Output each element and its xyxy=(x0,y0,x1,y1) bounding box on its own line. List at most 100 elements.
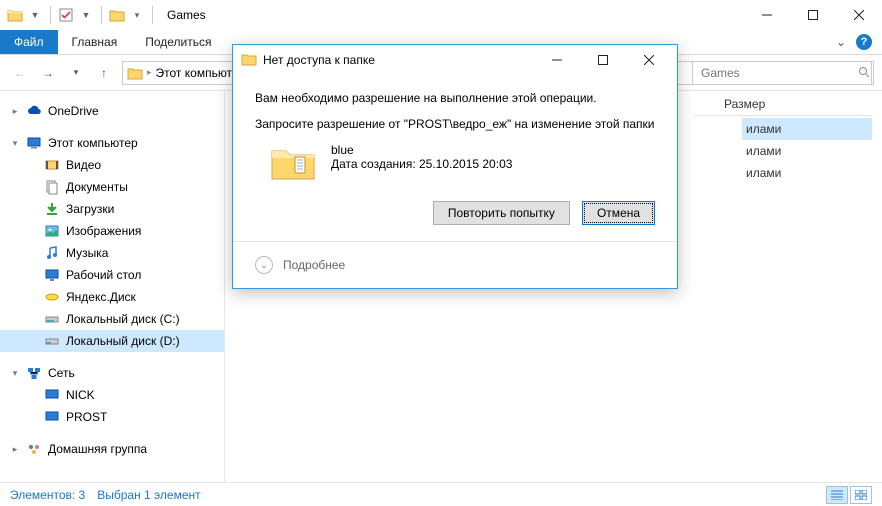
music-icon xyxy=(44,245,60,261)
tree-label: OneDrive xyxy=(48,104,99,118)
tree-item-yandex-disk[interactable]: Яндекс.Диск xyxy=(0,286,224,308)
collapse-icon[interactable]: ▾ xyxy=(10,368,20,379)
tree-item-network[interactable]: ▾ Сеть xyxy=(0,362,224,384)
downloads-icon xyxy=(44,201,60,217)
file-list-fragment: илами илами илами xyxy=(742,118,872,184)
back-button[interactable]: ← xyxy=(8,61,32,85)
dialog-message: Вам необходимо разрешение на выполнение … xyxy=(255,91,655,105)
quick-access-toolbar: ▼ ▼ ▾ Games xyxy=(0,6,206,24)
status-bar: Элементов: 3 Выбран 1 элемент xyxy=(0,482,882,506)
tree-item-pictures[interactable]: Изображения xyxy=(0,220,224,242)
tree-item-video[interactable]: Видео xyxy=(0,154,224,176)
cloud-icon xyxy=(26,103,42,119)
expand-icon[interactable]: ▸ xyxy=(10,444,20,455)
search-icon[interactable] xyxy=(858,66,870,81)
view-details-button[interactable] xyxy=(826,486,848,504)
expand-icon[interactable]: ▸ xyxy=(10,106,20,117)
separator xyxy=(50,6,51,24)
dialog-more-label: Подробнее xyxy=(283,258,345,272)
minimize-button[interactable] xyxy=(744,0,790,30)
tree-item-desktop[interactable]: Рабочий стол xyxy=(0,264,224,286)
list-item[interactable]: илами xyxy=(742,118,872,140)
cancel-button[interactable]: Отмена xyxy=(582,201,655,225)
desktop-icon xyxy=(44,267,60,283)
chevron-right-icon[interactable]: ▸ xyxy=(147,67,152,78)
window-controls xyxy=(744,0,882,30)
tab-home[interactable]: Главная xyxy=(58,30,132,54)
list-item[interactable]: илами xyxy=(742,162,872,184)
qat-dropdown-icon[interactable]: ▼ xyxy=(26,6,44,24)
folder-icon xyxy=(6,6,24,24)
dialog-more-section[interactable]: ⌄ Подробнее xyxy=(233,242,677,288)
tree-item-nick[interactable]: NICK xyxy=(0,384,224,406)
documents-icon xyxy=(44,179,60,195)
tree-label: Локальный диск (D:) xyxy=(66,334,180,348)
tree-label: NICK xyxy=(66,388,95,402)
status-item-count: Элементов: 3 xyxy=(10,488,85,502)
tree-label: Яндекс.Диск xyxy=(66,290,136,304)
qat-dropdown-icon[interactable]: ▼ xyxy=(77,6,95,24)
tree-label: Видео xyxy=(66,158,101,172)
help-icon[interactable]: ? xyxy=(856,34,872,50)
navigation-pane: ▸ OneDrive ▾ Этот компьютер Видео Докуме… xyxy=(0,92,225,482)
recent-dropdown-icon[interactable]: ▾ xyxy=(64,61,88,85)
qat-customize-icon[interactable]: ▾ xyxy=(128,6,146,24)
pictures-icon xyxy=(44,223,60,239)
tree-label: Документы xyxy=(66,180,128,194)
tree-label: Сеть xyxy=(48,366,75,380)
tree-label: Этот компьютер xyxy=(48,136,138,150)
tree-item-disk-d[interactable]: Локальный диск (D:) xyxy=(0,330,224,352)
dialog-minimize-button[interactable] xyxy=(537,46,577,74)
tab-share[interactable]: Поделиться xyxy=(131,30,225,54)
dialog-maximize-button[interactable] xyxy=(583,46,623,74)
tree-item-downloads[interactable]: Загрузки xyxy=(0,198,224,220)
dialog-message-permission: Запросите разрешение от "PROST\ведро_еж"… xyxy=(255,117,655,131)
checkbox-icon[interactable] xyxy=(57,6,75,24)
maximize-button[interactable] xyxy=(790,0,836,30)
yandex-disk-icon xyxy=(44,289,60,305)
network-icon xyxy=(26,365,42,381)
folder-icon xyxy=(108,6,126,24)
tree-item-onedrive[interactable]: ▸ OneDrive xyxy=(0,100,224,122)
tab-file[interactable]: Файл xyxy=(0,30,58,54)
separator xyxy=(152,6,153,24)
pc-icon xyxy=(44,409,60,425)
dialog-folder-name: blue xyxy=(331,143,512,157)
tree-item-music[interactable]: Музыка xyxy=(0,242,224,264)
dialog-title: Нет доступа к папке xyxy=(263,53,375,67)
separator xyxy=(101,6,102,24)
dialog-titlebar: Нет доступа к папке xyxy=(233,45,677,75)
tree-item-documents[interactable]: Документы xyxy=(0,176,224,198)
tree-label: Изображения xyxy=(66,224,141,238)
list-item[interactable]: илами xyxy=(742,140,872,162)
dialog-folder-info: blue Дата создания: 25.10.2015 20:03 xyxy=(255,143,655,183)
tree-item-disk-c[interactable]: Локальный диск (C:) xyxy=(0,308,224,330)
search-field[interactable] xyxy=(699,65,858,81)
drive-icon xyxy=(44,311,60,327)
breadcrumb-segment[interactable]: Этот компьют xyxy=(156,66,233,80)
retry-button[interactable]: Повторить попытку xyxy=(433,201,570,225)
tree-label: Локальный диск (C:) xyxy=(66,312,180,326)
video-icon xyxy=(44,157,60,173)
pc-icon xyxy=(44,387,60,403)
tree-item-prost[interactable]: PROST xyxy=(0,406,224,428)
tree-label: Музыка xyxy=(66,246,108,260)
drive-icon xyxy=(44,333,60,349)
pc-icon xyxy=(26,135,42,151)
dialog-folder-date: Дата создания: 25.10.2015 20:03 xyxy=(331,157,512,171)
tree-item-this-pc[interactable]: ▾ Этот компьютер xyxy=(0,132,224,154)
up-button[interactable]: ↑ xyxy=(92,61,116,85)
dialog-close-button[interactable] xyxy=(629,46,669,74)
chevron-down-icon[interactable]: ⌄ xyxy=(255,256,273,274)
search-input[interactable] xyxy=(692,61,872,85)
folder-icon xyxy=(241,52,257,69)
window-title: Games xyxy=(167,8,206,22)
collapse-icon[interactable]: ▾ xyxy=(10,138,20,149)
close-button[interactable] xyxy=(836,0,882,30)
tree-label: PROST xyxy=(66,410,107,424)
tree-item-homegroup[interactable]: ▸ Домашняя группа xyxy=(0,438,224,460)
view-thumbnails-button[interactable] xyxy=(850,486,872,504)
forward-button[interactable]: → xyxy=(36,61,60,85)
ribbon-expand-icon[interactable]: ⌄ xyxy=(836,35,846,49)
column-header-size[interactable]: Размер xyxy=(694,92,872,116)
